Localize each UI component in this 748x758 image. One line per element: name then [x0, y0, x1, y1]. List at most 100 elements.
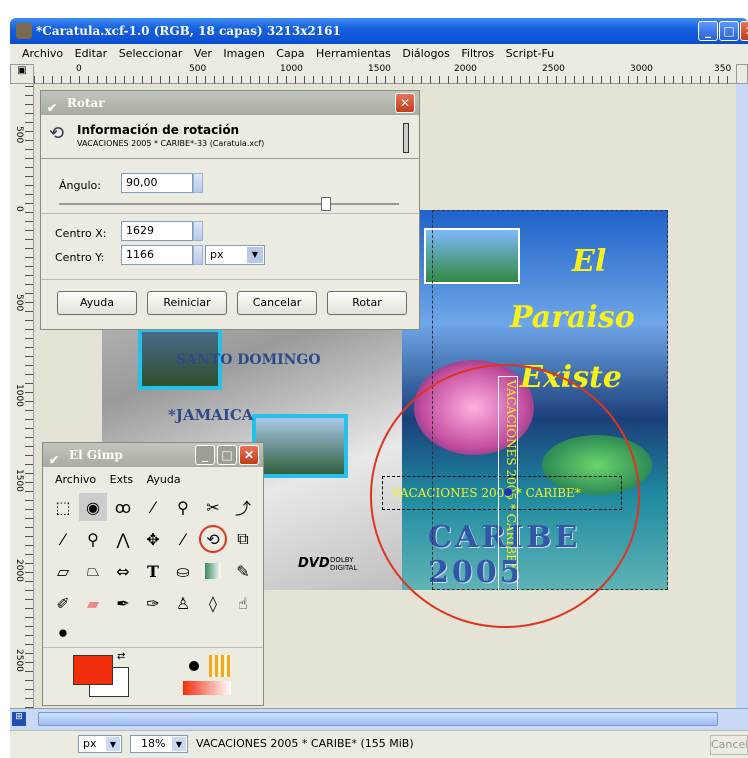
gradient-indicator[interactable]: [183, 681, 231, 695]
quick-mask-toggle[interactable]: ▣: [10, 64, 34, 84]
measure-icon[interactable]: ⋀: [109, 525, 137, 553]
rotate-info-title: Información de rotación: [77, 123, 240, 137]
center-x-spinner[interactable]: [193, 221, 203, 241]
menu-dialogos[interactable]: Diálogos: [402, 47, 450, 60]
color-select-icon[interactable]: ⚲: [169, 493, 197, 521]
menu-ver[interactable]: Ver: [194, 47, 212, 60]
angle-slider-thumb[interactable]: [321, 197, 331, 211]
toolbox-title-bar[interactable]: ✔ El Gimp _ □ ✕: [43, 443, 263, 467]
rotate-tool-icon[interactable]: ⟲: [199, 525, 227, 553]
unit-dropdown[interactable]: px ▼: [205, 245, 265, 265]
smudge-icon[interactable]: ☝: [229, 589, 257, 617]
ruler-tick: 0: [76, 64, 82, 74]
lasso-icon[interactable]: ꝏ: [109, 493, 137, 521]
rotate-dialog-title: Rotar: [67, 96, 105, 110]
zoom-corner[interactable]: [736, 64, 748, 84]
unit-select[interactable]: px ▼: [78, 735, 122, 753]
zoom-value: 18%: [141, 737, 166, 750]
toolbox-minimize-button[interactable]: _: [195, 445, 215, 465]
horizontal-scrollbar[interactable]: ⊞: [10, 708, 748, 730]
close-button[interactable]: ✕: [740, 21, 748, 41]
center-y-spinner[interactable]: [193, 245, 203, 265]
main-title-bar[interactable]: *Caratula.xcf-1.0 (RGB, 18 capas) 3213x2…: [10, 18, 748, 44]
vertical-ruler[interactable]: 500 0 500 1000 1500 2000 2500: [10, 84, 34, 708]
foreground-color-swatch[interactable]: [73, 655, 113, 685]
rotate-close-button[interactable]: ✕: [395, 93, 415, 113]
center-x-input[interactable]: 1629: [121, 221, 193, 241]
clone-icon[interactable]: ♙: [169, 589, 197, 617]
nav-icon[interactable]: ⊞: [12, 712, 26, 726]
toolbox-window: ✔ El Gimp _ □ ✕ Archivo Exts Ayuda ⬚ ◉ ꝏ…: [42, 442, 264, 706]
magnify-icon[interactable]: ⚲: [79, 525, 107, 553]
rotate-button[interactable]: Rotar: [327, 291, 407, 315]
rotate-info-preview: [403, 123, 409, 153]
shear-icon[interactable]: ▱: [49, 557, 77, 585]
status-cancel-button[interactable]: Cancelar: [710, 735, 748, 755]
rect-select-icon[interactable]: ⬚: [49, 493, 77, 521]
gimp-app-icon: [16, 23, 32, 39]
angle-spinner[interactable]: [193, 173, 203, 193]
menu-editar[interactable]: Editar: [75, 47, 108, 60]
toolbox-menu-ayuda[interactable]: Ayuda: [147, 473, 181, 486]
perspective-icon[interactable]: ⏢: [79, 557, 107, 585]
rotate-info-subtitle: VACACIONES 2005 * CARIBE*-33 (Caratula.x…: [77, 139, 265, 148]
swap-colors-icon[interactable]: ⇄: [117, 651, 125, 662]
crop-icon[interactable]: ⁄: [169, 525, 197, 553]
toolbox-close-button[interactable]: ✕: [239, 445, 259, 465]
paintbrush-icon[interactable]: ✐: [49, 589, 77, 617]
reset-button[interactable]: Reiniciar: [147, 291, 227, 315]
maximize-button[interactable]: □: [719, 21, 739, 41]
toolbox-menubar: Archivo Exts Ayuda: [55, 473, 181, 486]
paths-icon[interactable]: ⤴: [229, 493, 257, 521]
ruler-tick: 2500: [542, 64, 565, 74]
pattern-indicator[interactable]: [209, 655, 231, 677]
blur-icon[interactable]: ◊: [199, 589, 227, 617]
horizontal-ruler[interactable]: 0 500 1000 1500 2000 2500 3000 350: [34, 64, 736, 84]
rotate-dialog-title-bar[interactable]: ✔ Rotar ✕: [41, 91, 419, 115]
vertical-scrollbar[interactable]: [736, 84, 748, 708]
menu-seleccionar[interactable]: Seleccionar: [119, 47, 183, 60]
brush-indicator[interactable]: [183, 655, 205, 677]
toolbox-menu-archivo[interactable]: Archivo: [55, 473, 96, 486]
rotate-tool-icon: ⟲: [49, 123, 65, 144]
ruler-tick: 3000: [630, 64, 653, 74]
ruler-tick: 2000: [454, 64, 477, 74]
toolbox-maximize-button[interactable]: □: [217, 445, 237, 465]
center-y-input[interactable]: 1166: [121, 245, 193, 265]
eraser-icon[interactable]: ▰: [79, 589, 107, 617]
unit-dropdown-value: px: [210, 248, 224, 261]
bucket-fill-icon[interactable]: ⛀: [169, 557, 197, 585]
dolby-logo: DOLBY DIGITAL: [330, 556, 358, 572]
magic-wand-icon[interactable]: ⁄: [139, 493, 167, 521]
menu-script-fu[interactable]: Script-Fu: [506, 47, 555, 60]
menu-archivo[interactable]: Archivo: [22, 47, 63, 60]
ruler-tick: 1000: [280, 64, 303, 74]
menu-capa[interactable]: Capa: [276, 47, 304, 60]
pencil-icon[interactable]: ✎: [229, 557, 257, 585]
menu-imagen[interactable]: Imagen: [223, 47, 264, 60]
menu-herramientas[interactable]: Herramientas: [316, 47, 391, 60]
scale-icon[interactable]: ⧉: [229, 525, 257, 553]
text-icon[interactable]: T: [139, 557, 167, 585]
ink-icon[interactable]: ✑: [139, 589, 167, 617]
angle-input[interactable]: 90,00: [121, 173, 193, 193]
zoom-select[interactable]: 18% ▼: [130, 735, 188, 753]
move-icon[interactable]: ✥: [139, 525, 167, 553]
cancel-button[interactable]: Cancelar: [237, 291, 317, 315]
airbrush-icon[interactable]: ✒: [109, 589, 137, 617]
ellipse-select-icon[interactable]: ◉: [79, 493, 107, 521]
toolbox-menu-exts[interactable]: Exts: [110, 473, 134, 486]
blend-icon[interactable]: [199, 557, 227, 585]
chevron-down-icon: ▼: [247, 247, 263, 263]
help-button[interactable]: Ayuda: [57, 291, 137, 315]
scroll-thumb[interactable]: [38, 712, 718, 726]
scissors-icon[interactable]: ✂: [199, 493, 227, 521]
menu-filtros[interactable]: Filtros: [461, 47, 494, 60]
ruler-tick: 2000: [14, 559, 24, 582]
minimize-button[interactable]: _: [698, 21, 718, 41]
dodge-burn-icon[interactable]: ⚫: [49, 619, 77, 647]
color-picker-icon[interactable]: ⁄: [49, 525, 77, 553]
flip-icon[interactable]: ⇔: [109, 557, 137, 585]
angle-slider-track[interactable]: [59, 203, 399, 205]
ruler-tick: 1000: [14, 384, 24, 407]
